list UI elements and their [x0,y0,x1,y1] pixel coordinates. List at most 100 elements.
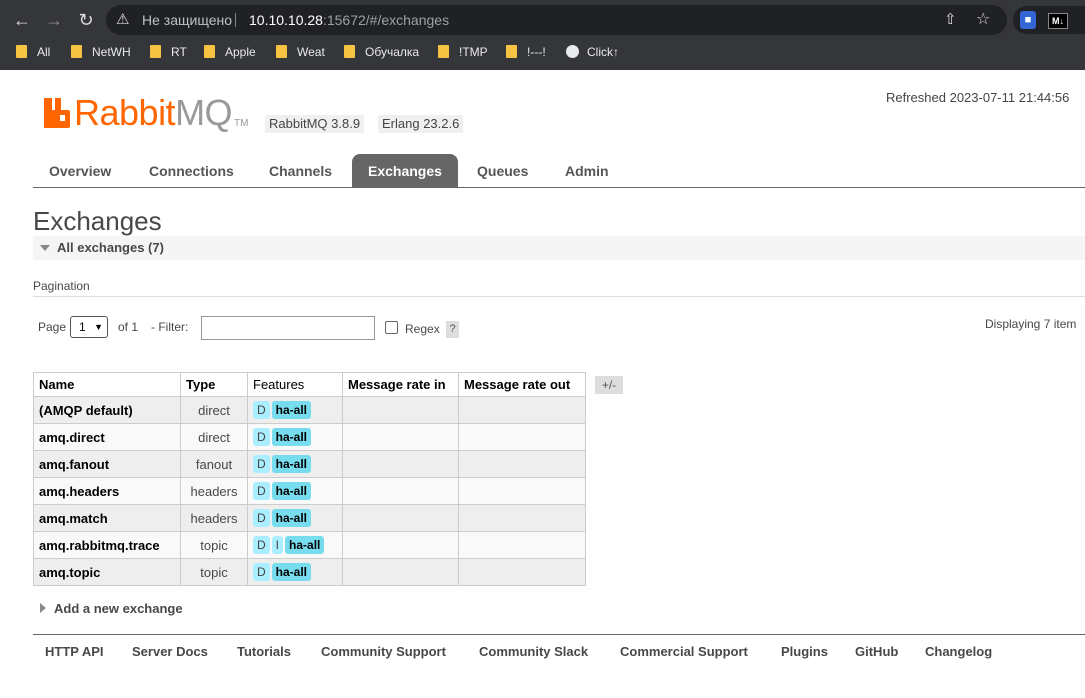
bookmark-label: All [37,45,51,59]
column-header-rate-in[interactable]: Message rate in [342,372,459,397]
chevron-down-icon: ▼ [94,322,103,332]
rate-in-cell [342,450,459,478]
bookmark-separator[interactable]: !---! [506,40,546,64]
column-header-features: Features [247,372,343,397]
folder-icon [438,45,449,58]
forward-arrow-icon[interactable]: → [42,8,66,32]
collapse-triangle-icon [40,245,50,251]
bookmark-label: Apple [225,45,256,59]
rate-in-cell [342,558,459,586]
policy-badge[interactable]: ha-all [271,401,312,419]
bookmark-rt[interactable]: RT [150,40,187,64]
share-icon[interactable]: ⇧ [944,5,957,35]
back-arrow-icon[interactable]: ← [10,8,34,32]
page-select[interactable]: 1 ▼ [70,316,108,338]
footer-link-github[interactable]: GitHub [855,644,898,659]
policy-badge[interactable]: ha-all [271,509,312,527]
help-button[interactable]: ? [446,321,459,338]
policy-badge[interactable]: ha-all [285,536,325,554]
extension-shield-icon[interactable]: ■ [1020,11,1036,29]
extension-markdown-icon[interactable]: M↓ [1048,13,1068,29]
exchange-name-link[interactable]: amq.fanout [33,450,181,478]
exchange-type: topic [180,531,248,559]
bookmark-label: Обучалка [365,45,420,59]
tab-channels[interactable]: Channels [253,154,348,187]
refreshed-timestamp[interactable]: Refreshed 2023-07-11 21:44:56 [886,90,1069,105]
warning-icon[interactable]: ⚠ [116,5,129,35]
address-bar[interactable]: ⚠ Не защищено 10.10.10.28:15672/#/exchan… [106,5,1007,35]
exchange-features: Dha-all [247,504,343,532]
folder-icon [204,45,215,58]
exchange-name-link[interactable]: amq.rabbitmq.trace [33,531,181,559]
folder-icon [16,45,27,58]
folder-icon [276,45,287,58]
page-select-value: 1 [79,320,86,334]
logo-trademark: TM [234,118,249,129]
reload-icon[interactable]: ↻ [74,8,98,32]
logo-text: RabbitMQ [74,92,233,134]
table-row: amq.fanout fanout Dha-all [33,450,586,478]
column-header-rate-out[interactable]: Message rate out [458,372,586,397]
footer-link-community-support[interactable]: Community Support [321,644,446,659]
tab-admin[interactable]: Admin [549,154,625,187]
bookmark-label: RT [171,45,187,59]
policy-badge[interactable]: ha-all [271,455,312,473]
filter-label: - Filter: [151,320,189,334]
regex-checkbox[interactable] [385,321,398,334]
bookmark-obuchalka[interactable]: Обучалка [344,40,419,64]
policy-badge[interactable]: ha-all [271,428,312,446]
column-toggle-button[interactable]: +/- [595,376,623,394]
address-separator [235,13,236,27]
footer-link-changelog[interactable]: Changelog [925,644,992,659]
url-text[interactable]: 10.10.10.28:15672/#/exchanges [249,5,449,35]
bookmark-star-icon[interactable]: ☆ [976,5,990,35]
tab-exchanges[interactable]: Exchanges [352,154,458,187]
exchange-type: direct [180,396,248,424]
browser-chrome: ← → ↻ ⚠ Не защищено 10.10.10.28:15672/#/… [0,0,1085,70]
erlang-version: Erlang 23.2.6 [378,115,464,133]
footer-link-http-api[interactable]: HTTP API [45,644,104,659]
bookmark-apple[interactable]: Apple [204,40,256,64]
bookmark-netwh[interactable]: NetWH [71,40,131,64]
footer-link-tutorials[interactable]: Tutorials [237,644,291,659]
tab-connections[interactable]: Connections [133,154,250,187]
exchange-features: D Iha-all [247,531,343,559]
bookmark-label: Click↑ [587,45,619,59]
footer-link-server-docs[interactable]: Server Docs [132,644,208,659]
exchange-name-link[interactable]: amq.match [33,504,181,532]
regex-label: Regex [405,322,440,336]
exchange-name-link[interactable]: amq.topic [33,558,181,586]
exchange-name-link[interactable]: (AMQP default) [33,396,181,424]
bookmark-click[interactable]: Click↑ [566,40,619,64]
column-header-type[interactable]: Type [180,372,248,397]
all-exchanges-section-header[interactable]: All exchanges (7) [33,236,1085,260]
exchange-name-link[interactable]: amq.headers [33,477,181,505]
table-row: (AMQP default) direct Dha-all [33,396,586,424]
durable-badge: D [253,536,270,554]
table-row: amq.rabbitmq.trace topic D Iha-all [33,531,586,559]
internal-badge: I [271,536,284,554]
security-label[interactable]: Не защищено [142,5,232,35]
tab-queues[interactable]: Queues [461,154,544,187]
table-row: amq.headers headers Dha-all [33,477,586,505]
bookmark-tmp[interactable]: !TMP [438,40,488,64]
bookmark-weat[interactable]: Weat [276,40,325,64]
exchange-name-link[interactable]: amq.direct [33,423,181,451]
add-exchange-section-header[interactable]: Add a new exchange [40,601,183,616]
footer-link-community-slack[interactable]: Community Slack [479,644,588,659]
footer-link-plugins[interactable]: Plugins [781,644,828,659]
footer-link-commercial-support[interactable]: Commercial Support [620,644,748,659]
rate-out-cell [458,477,586,505]
bookmark-label: !TMP [459,45,488,59]
rate-in-cell [342,504,459,532]
tab-overview[interactable]: Overview [33,154,127,187]
durable-badge: D [253,455,270,473]
rabbitmq-version: RabbitMQ 3.8.9 [265,115,365,133]
column-header-name[interactable]: Name [33,372,181,397]
filter-input[interactable] [201,316,375,340]
policy-badge[interactable]: ha-all [271,563,312,581]
add-exchange-label: Add a new exchange [54,601,183,616]
exchange-type: headers [180,477,248,505]
bookmark-all[interactable]: All [16,40,50,64]
policy-badge[interactable]: ha-all [271,482,312,500]
